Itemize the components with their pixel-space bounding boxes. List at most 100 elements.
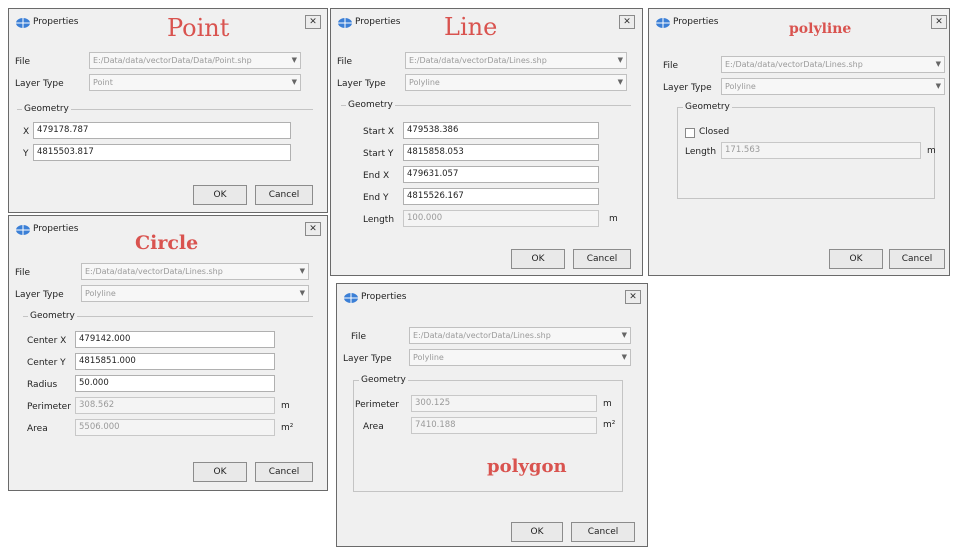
cancel-button[interactable]: Cancel [255,462,313,482]
file-combobox[interactable]: E:/Data/data/vectorData/Data/Point.shp ▼ [89,52,301,69]
perimeter-unit: m [603,399,612,409]
closed-label: Closed [699,127,730,137]
center-x-field[interactable]: 479142.000 [75,331,275,348]
layer-type-label: Layer Type [663,83,712,93]
chevron-down-icon: ▼ [299,267,305,275]
chevron-down-icon: ▼ [291,56,297,64]
title-bar: Properties ✕ [337,284,647,314]
circle-properties-dialog: Properties ✕ Circle File E:/Data/data/ve… [8,215,328,491]
end-y-field[interactable]: 4815526.167 [403,188,599,205]
chevron-down-icon: ▼ [935,82,941,90]
x-field[interactable]: 479178.787 [33,122,291,139]
chevron-down-icon: ▼ [299,289,305,297]
chevron-down-icon: ▼ [617,78,623,86]
x-label: X [23,127,30,137]
perimeter-label: Perimeter [355,400,399,410]
layer-type-value: Point [93,78,113,87]
geometry-group-title: Geometry [683,102,732,112]
dialog-title: Properties [355,17,401,27]
polyline-properties-dialog: Properties ✕ polyline File E:/Data/data/… [648,8,950,276]
layer-type-value: Polyline [85,289,116,298]
end-x-field[interactable]: 479631.057 [403,166,599,183]
cancel-button[interactable]: Cancel [573,249,631,269]
shape-type-label: polyline [789,21,852,37]
layer-type-value: Polyline [409,78,440,87]
center-y-field[interactable]: 4815851.000 [75,353,275,370]
ok-button[interactable]: OK [829,249,883,269]
dialog-title: Properties [361,292,407,302]
file-value: E:/Data/data/vectorData/Lines.shp [413,331,551,340]
start-x-label: Start X [363,127,395,137]
area-unit: m² [603,420,616,430]
radius-field[interactable]: 50.000 [75,375,275,392]
app-globe-icon [338,18,352,28]
y-field[interactable]: 4815503.817 [33,144,291,161]
dialog-title: Properties [33,17,79,27]
layer-type-label: Layer Type [337,79,386,89]
area-field: 7410.188 [411,417,597,434]
close-button[interactable]: ✕ [625,290,641,304]
app-globe-icon [16,18,30,28]
file-combobox[interactable]: E:/Data/data/vectorData/Lines.shp ▼ [721,56,945,73]
geometry-group-title: Geometry [28,311,77,321]
cancel-button[interactable]: Cancel [889,249,945,269]
layer-type-label: Layer Type [15,290,64,300]
chevron-down-icon: ▼ [291,78,297,86]
file-label: File [351,332,367,342]
length-field: 171.563 [721,142,921,159]
start-y-field[interactable]: 4815858.053 [403,144,599,161]
closed-checkbox[interactable] [685,128,695,138]
radius-label: Radius [27,380,58,390]
end-y-label: End Y [363,193,389,203]
geometry-group-title: Geometry [346,100,395,110]
dialog-title: Properties [673,17,719,27]
shape-type-label: Point [167,14,230,42]
start-x-field[interactable]: 479538.386 [403,122,599,139]
close-button[interactable]: ✕ [305,15,321,29]
file-combobox[interactable]: E:/Data/data/vectorData/Lines.shp ▼ [405,52,627,69]
close-button[interactable]: ✕ [931,15,947,29]
ok-button[interactable]: OK [193,185,247,205]
chevron-down-icon: ▼ [621,331,627,339]
file-combobox[interactable]: E:/Data/data/vectorData/Lines.shp ▼ [409,327,631,344]
close-button[interactable]: ✕ [619,15,635,29]
cancel-button[interactable]: Cancel [255,185,313,205]
shape-type-label: Line [444,13,498,41]
end-x-label: End X [363,171,390,181]
ok-button[interactable]: OK [193,462,247,482]
file-value: E:/Data/data/vectorData/Lines.shp [85,267,223,276]
chevron-down-icon: ▼ [935,60,941,68]
ok-button[interactable]: OK [511,522,563,542]
ok-button[interactable]: OK [511,249,565,269]
perimeter-field: 300.125 [411,395,597,412]
length-unit: m [927,146,936,156]
length-label: Length [363,215,395,225]
file-label: File [663,61,679,71]
center-y-label: Center Y [27,358,66,368]
file-value: E:/Data/data/vectorData/Lines.shp [409,56,547,65]
layer-type-combobox[interactable]: Polyline ▼ [405,74,627,91]
length-unit: m [609,214,618,224]
close-button[interactable]: ✕ [305,222,321,236]
chevron-down-icon: ▼ [617,56,623,64]
app-globe-icon [656,18,670,28]
shape-type-label: polygon [487,456,567,477]
area-label: Area [363,422,384,432]
layer-type-combobox[interactable]: Point ▼ [89,74,301,91]
layer-type-label: Layer Type [343,354,392,364]
y-label: Y [23,149,29,159]
layer-type-combobox[interactable]: Polyline ▼ [409,349,631,366]
app-globe-icon [344,293,358,303]
app-globe-icon [16,225,30,235]
polygon-properties-dialog: Properties ✕ File E:/Data/data/vectorDat… [336,283,648,547]
file-label: File [337,57,353,67]
layer-type-combobox[interactable]: Polyline ▼ [81,285,309,302]
cancel-button[interactable]: Cancel [571,522,635,542]
perimeter-label: Perimeter [27,402,71,412]
file-combobox[interactable]: E:/Data/data/vectorData/Lines.shp ▼ [81,263,309,280]
chevron-down-icon: ▼ [621,353,627,361]
start-y-label: Start Y [363,149,394,159]
layer-type-value: Polyline [413,353,444,362]
center-x-label: Center X [27,336,67,346]
layer-type-combobox[interactable]: Polyline ▼ [721,78,945,95]
